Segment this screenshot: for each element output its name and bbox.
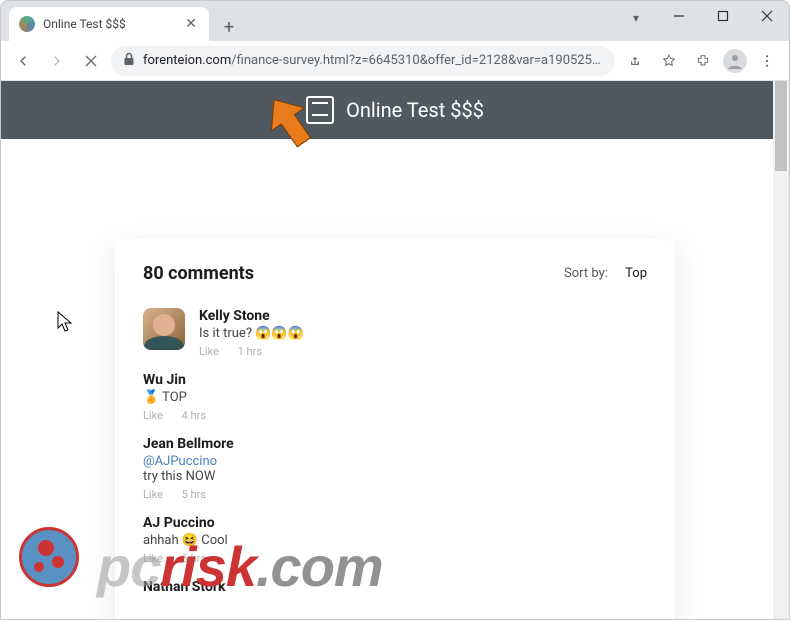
window-controls <box>657 1 789 41</box>
tab-close-icon[interactable]: ✕ <box>183 16 199 32</box>
page-header: Online Test $$$ <box>1 81 789 139</box>
comment-text: 🏅 TOP <box>143 390 647 405</box>
comment-text: Is it true? 😱😱😱 <box>199 326 647 341</box>
sort-by[interactable]: Sort by: Top <box>564 266 647 281</box>
nav-back-button[interactable] <box>9 47 37 75</box>
window-maximize-button[interactable] <box>701 1 745 31</box>
comments-count: 80 comments <box>143 263 254 284</box>
address-bar[interactable]: forenteion.com/finance-survey.html?z=664… <box>111 46 615 76</box>
browser-titlebar: Online Test $$$ ✕ + ▾ <box>1 1 789 41</box>
new-tab-button[interactable]: + <box>215 13 243 41</box>
like-link[interactable]: Like <box>143 409 163 422</box>
browser-tab[interactable]: Online Test $$$ ✕ <box>9 7 209 41</box>
nav-forward-button[interactable] <box>43 47 71 75</box>
comment-time: 4 hrs <box>182 409 206 422</box>
nav-stop-button[interactable] <box>77 47 105 75</box>
comment-text-body: try this NOW <box>143 469 215 484</box>
tabs-caret-icon[interactable]: ▾ <box>633 11 639 25</box>
watermark-text: pcrisk.com <box>97 534 383 599</box>
comment-meta: Like 1 hrs <box>199 345 647 358</box>
comment-meta: Like 5 hrs <box>143 488 647 501</box>
comment-text: @AJPuccino try this NOW <box>143 454 647 484</box>
url-path: /finance-survey.html?z=6645310&offer_id=… <box>231 53 603 68</box>
page-title: Online Test $$$ <box>346 98 484 122</box>
comment-author[interactable]: Jean Bellmore <box>143 436 647 452</box>
watermark-badge-icon <box>19 527 79 587</box>
scrollbar-thumb[interactable] <box>775 81 787 171</box>
comment-author[interactable]: AJ Puccino <box>143 515 647 531</box>
window-close-button[interactable] <box>745 1 789 31</box>
extension-icon[interactable] <box>689 47 717 75</box>
like-link[interactable]: Like <box>143 488 163 501</box>
sort-label: Sort by: <box>564 266 608 281</box>
comment-item: Wu Jin 🏅 TOP Like 4 hrs <box>143 372 647 422</box>
like-link[interactable]: Like <box>199 345 219 358</box>
comment-item: Jean Bellmore @AJPuccino try this NOW Li… <box>143 436 647 501</box>
url-domain: forenteion.com <box>143 53 231 68</box>
bookmark-star-icon[interactable] <box>655 47 683 75</box>
share-icon[interactable] <box>621 47 649 75</box>
menu-kebab-icon[interactable] <box>753 47 781 75</box>
sort-value: Top <box>625 266 647 281</box>
watermark-risk: risk <box>160 535 256 598</box>
comment-author[interactable]: Wu Jin <box>143 372 647 388</box>
comment-meta: Like 4 hrs <box>143 409 647 422</box>
mention[interactable]: @AJPuccino <box>143 454 217 469</box>
profile-avatar-icon[interactable] <box>723 49 747 73</box>
lock-icon <box>123 52 135 70</box>
tab-title: Online Test $$$ <box>43 17 175 31</box>
tab-favicon <box>19 16 35 32</box>
watermark-com: .com <box>256 535 383 598</box>
comment-time: 5 hrs <box>182 488 206 501</box>
avatar <box>143 308 185 350</box>
comment-item: Kelly Stone Is it true? 😱😱😱 Like 1 hrs <box>143 308 647 358</box>
browser-toolbar: forenteion.com/finance-survey.html?z=664… <box>1 41 789 81</box>
mouse-cursor-icon <box>57 311 73 333</box>
vertical-scrollbar[interactable] <box>773 81 789 619</box>
url-text: forenteion.com/finance-survey.html?z=664… <box>143 53 603 68</box>
comment-time: 1 hrs <box>238 345 262 358</box>
window-minimize-button[interactable] <box>657 1 701 31</box>
comment-author[interactable]: Kelly Stone <box>199 308 647 324</box>
watermark-pc: pc <box>97 535 160 598</box>
